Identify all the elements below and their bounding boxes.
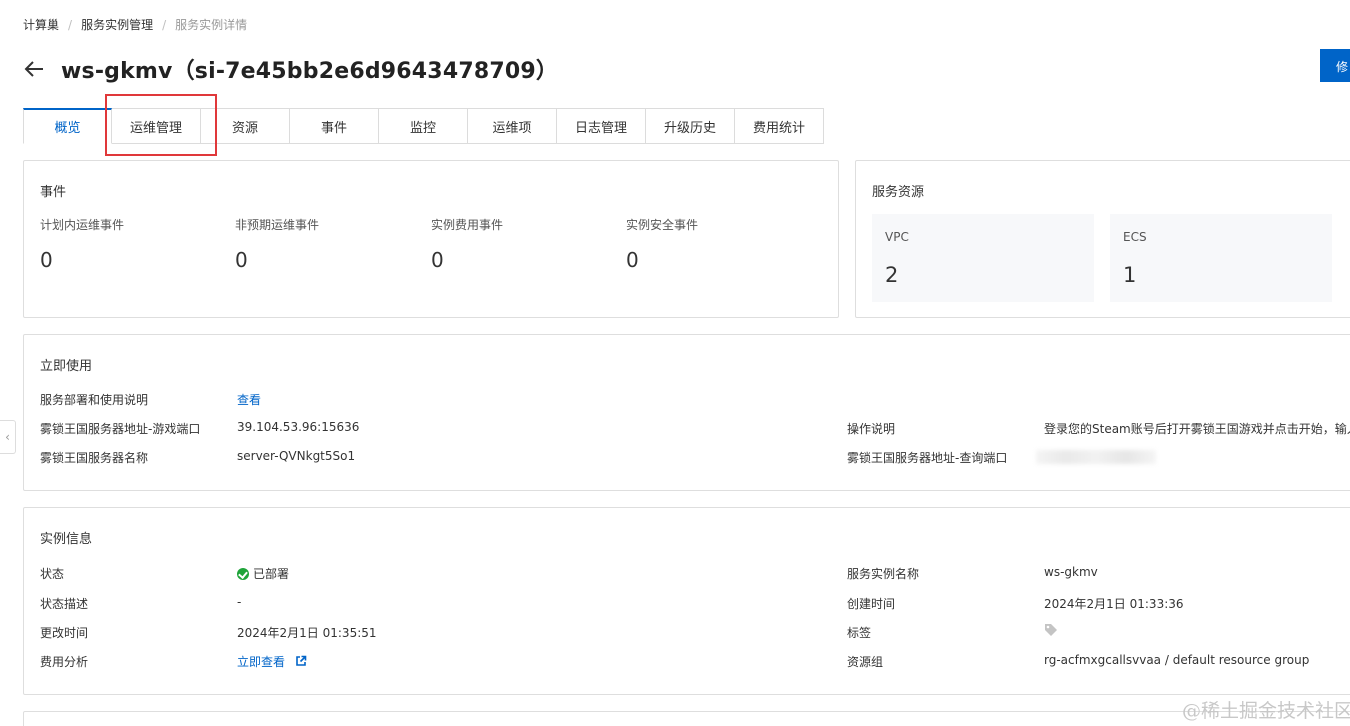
tab-cost-statistics[interactable]: 费用统计 xyxy=(735,108,824,144)
watermark: @稀土掘金技术社区 xyxy=(1182,700,1350,722)
status-desc-value: - xyxy=(237,595,242,609)
tag-icon[interactable] xyxy=(1044,623,1058,640)
instance-name-label: 服务实例名称 xyxy=(847,567,920,581)
event-count[interactable]: 0 xyxy=(626,248,698,272)
breadcrumb-separator: / xyxy=(162,17,167,32)
tab-upgrade-history[interactable]: 升级历史 xyxy=(646,108,735,144)
created-time-label: 创建时间 xyxy=(847,597,896,611)
tags-label: 标签 xyxy=(847,626,872,640)
status-label: 状态 xyxy=(40,567,65,581)
tab-monitoring[interactable]: 监控 xyxy=(379,108,468,144)
tab-events[interactable]: 事件 xyxy=(290,108,379,144)
check-circle-icon xyxy=(237,568,249,580)
query-port-label: 雾锁王国服务器地址-查询端口 xyxy=(847,451,1008,465)
tab-resources[interactable]: 资源 xyxy=(201,108,290,144)
event-label: 实例费用事件 xyxy=(431,218,504,232)
page-title: ws-gkmv（si-7e45bb2e6d9643478709） xyxy=(61,59,559,84)
deploy-guide-label: 服务部署和使用说明 xyxy=(40,393,149,407)
event-label: 计划内运维事件 xyxy=(40,218,125,232)
edit-button[interactable]: 修 xyxy=(1320,49,1350,82)
resource-count: 1 xyxy=(1123,263,1137,287)
page-header: ws-gkmv（si-7e45bb2e6d9643478709） xyxy=(23,54,558,84)
event-count[interactable]: 0 xyxy=(40,248,124,272)
breadcrumb: 计算巢 / 服务实例管理 / 服务实例详情 xyxy=(23,16,247,33)
instance-info-card: 实例信息 状态 已部署 状态描述 - 更改时间 2024年2月1日 01:35:… xyxy=(23,507,1350,695)
event-count[interactable]: 0 xyxy=(235,248,319,272)
server-name-label: 雾锁王国服务器名称 xyxy=(40,451,149,465)
resource-label: VPC xyxy=(885,230,909,244)
event-unplanned: 非预期运维事件 0 xyxy=(235,216,319,272)
status-badge: 已部署 xyxy=(237,565,289,582)
quick-use-title: 立即使用 xyxy=(40,359,93,374)
quick-use-card: 立即使用 服务部署和使用说明 查看 雾锁王国服务器地址-游戏端口 39.104.… xyxy=(23,334,1350,491)
event-cost: 实例费用事件 0 xyxy=(431,216,503,272)
tab-overview[interactable]: 概览 xyxy=(23,108,112,144)
resource-group-label: 资源组 xyxy=(847,655,884,669)
next-card xyxy=(23,711,1350,726)
event-label: 实例安全事件 xyxy=(626,218,699,232)
events-card-title: 事件 xyxy=(40,185,67,200)
cost-analysis-link[interactable]: 立即查看 xyxy=(237,653,307,670)
modified-time-label: 更改时间 xyxy=(40,626,89,640)
tab-ops-management[interactable]: 运维管理 xyxy=(112,108,201,144)
event-count[interactable]: 0 xyxy=(431,248,503,272)
status-desc-label: 状态描述 xyxy=(40,597,89,611)
tab-bar: 概览 运维管理 资源 事件 监控 运维项 日志管理 升级历史 费用统计 xyxy=(23,108,824,144)
service-resources-title: 服务资源 xyxy=(872,185,925,200)
cost-analysis-label: 费用分析 xyxy=(40,655,89,669)
tab-log-management[interactable]: 日志管理 xyxy=(557,108,646,144)
resource-group-value: rg-acfmxgcallsvvaa / default resource gr… xyxy=(1044,653,1310,667)
query-port-value-redacted xyxy=(1036,450,1156,464)
breadcrumb-item-compute-nest[interactable]: 计算巢 xyxy=(23,16,59,33)
events-card: 事件 计划内运维事件 0 非预期运维事件 0 实例费用事件 0 实例安全事件 0 xyxy=(23,160,839,318)
resource-vpc[interactable]: VPC 2 xyxy=(872,214,1094,302)
instructions-label: 操作说明 xyxy=(847,422,896,436)
instance-name-value: ws-gkmv xyxy=(1044,565,1098,579)
event-security: 实例安全事件 0 xyxy=(626,216,698,272)
service-resources-card: 服务资源 VPC 2 ECS 1 xyxy=(855,160,1350,318)
instructions-value: 登录您的Steam账号后打开雾锁王国游戏并点击开始，输入 xyxy=(1044,422,1350,436)
collapse-handle[interactable]: ‹ xyxy=(0,420,16,454)
resource-label: ECS xyxy=(1123,230,1147,244)
created-time-value: 2024年2月1日 01:33:36 xyxy=(1044,597,1184,611)
tab-ops-items[interactable]: 运维项 xyxy=(468,108,557,144)
breadcrumb-item-service-instances[interactable]: 服务实例管理 xyxy=(81,16,153,33)
modified-time-value: 2024年2月1日 01:35:51 xyxy=(237,626,377,640)
game-port-label: 雾锁王国服务器地址-游戏端口 xyxy=(40,422,201,436)
resource-ecs[interactable]: ECS 1 xyxy=(1110,214,1332,302)
cost-analysis-link-text[interactable]: 立即查看 xyxy=(237,655,285,669)
server-name-value: server-QVNkgt5So1 xyxy=(237,449,356,463)
breadcrumb-separator: / xyxy=(68,17,73,32)
game-port-value: 39.104.53.96:15636 xyxy=(237,420,360,434)
chevron-left-icon: ‹ xyxy=(5,430,10,444)
status-value: 已部署 xyxy=(253,567,290,581)
event-planned: 计划内运维事件 0 xyxy=(40,216,124,272)
external-link-icon[interactable] xyxy=(295,655,307,667)
back-arrow-icon[interactable] xyxy=(23,58,45,80)
resource-count: 2 xyxy=(885,263,899,287)
deploy-guide-link[interactable]: 查看 xyxy=(237,391,261,408)
event-label: 非预期运维事件 xyxy=(235,218,320,232)
breadcrumb-item-current: 服务实例详情 xyxy=(175,18,248,32)
instance-info-title: 实例信息 xyxy=(40,532,93,547)
